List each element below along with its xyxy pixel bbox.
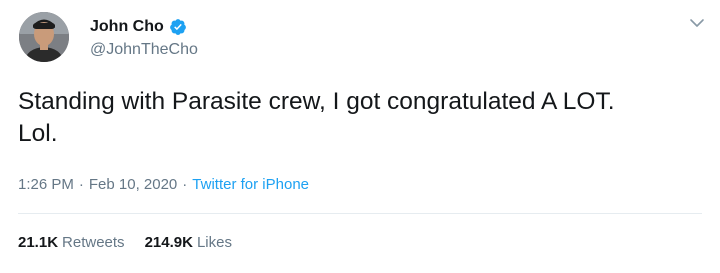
tweet-source-link[interactable]: Twitter for iPhone xyxy=(192,175,309,195)
meta-separator: · xyxy=(78,176,84,193)
tweet-text: Standing with Parasite crew, I got congr… xyxy=(18,88,615,147)
likes-stat[interactable]: 214.9K Likes xyxy=(145,233,232,253)
author-handle[interactable]: @JohnTheCho xyxy=(90,39,198,61)
avatar[interactable] xyxy=(19,12,69,62)
author-name-row: John Cho xyxy=(90,16,198,38)
retweets-label: Retweets xyxy=(62,234,125,251)
retweets-count: 21.1K xyxy=(18,234,59,251)
tweet-time[interactable]: 1:26 PM xyxy=(18,175,74,195)
likes-count: 214.9K xyxy=(144,234,193,251)
retweets-stat[interactable]: 21.1K Retweets xyxy=(18,233,125,253)
divider xyxy=(18,213,702,214)
chevron-down-icon[interactable] xyxy=(688,14,706,32)
likes-label: Likes xyxy=(196,234,232,251)
avatar-image xyxy=(19,12,69,62)
tweet-date[interactable]: Feb 10, 2020 xyxy=(89,175,177,195)
author-display-name[interactable]: John Cho xyxy=(90,16,164,38)
author-block: John Cho @JohnTheCho xyxy=(90,16,198,61)
verified-badge-icon xyxy=(169,18,187,36)
tweet-meta: 1:26 PM · Feb 10, 2020 · Twitter for iPh… xyxy=(18,175,309,195)
tweet-stats: 21.1K Retweets 214.9K Likes xyxy=(18,233,252,253)
meta-separator: · xyxy=(182,176,188,193)
tweet-card: John Cho @JohnTheCho Standing with Paras… xyxy=(0,0,720,273)
